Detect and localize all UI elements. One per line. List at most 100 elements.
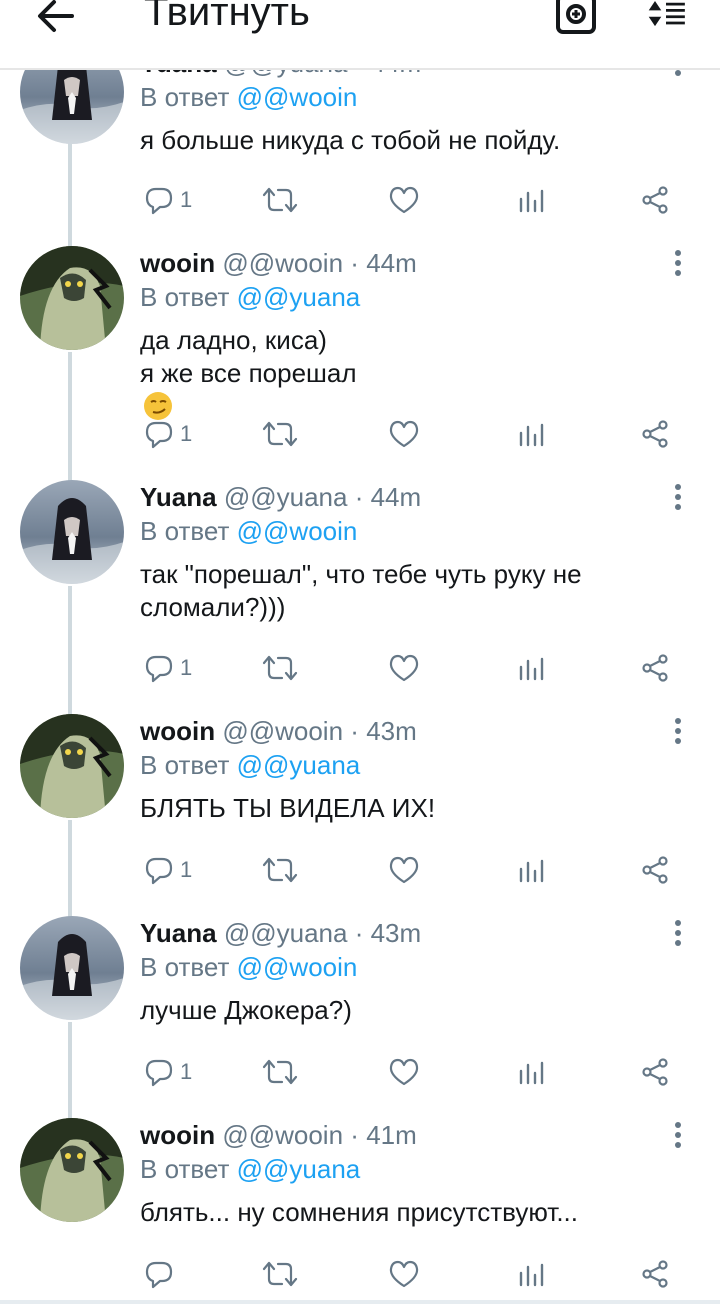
analytics-button[interactable] (516, 414, 546, 454)
reply-icon (145, 421, 173, 449)
timestamp: 43m (366, 716, 417, 746)
more-options-icon[interactable] (670, 480, 686, 514)
tweet-text: БЛЯТЬ ТЫ ВИДЕЛА ИХ! (140, 792, 680, 825)
tweet-actions: 1 (0, 1052, 720, 1092)
more-options-icon[interactable] (670, 246, 686, 280)
reply-prefix: В ответ (140, 952, 230, 982)
reply-icon (145, 655, 173, 683)
tweet-text: я больше никуда с тобой не пойду. (140, 124, 680, 157)
display-name[interactable]: Yuana (140, 918, 217, 948)
avatar[interactable] (20, 1118, 124, 1222)
arrow-left-icon[interactable] (32, 0, 80, 40)
retweet-icon (262, 187, 298, 213)
retweet-icon (262, 421, 298, 447)
retweet-icon (262, 1261, 298, 1287)
reply-mention[interactable]: @@yuana (237, 1154, 361, 1184)
display-name[interactable]: wooin (140, 1120, 215, 1150)
display-name[interactable]: wooin (140, 248, 215, 278)
analytics-button[interactable] (516, 1052, 546, 1092)
share-icon (642, 1260, 668, 1288)
tweet-header: wooin @@wooin · 44m (140, 248, 417, 278)
user-handle: @@wooin (222, 716, 344, 746)
bar-chart-icon (519, 189, 544, 213)
timestamp: 44m (370, 482, 422, 512)
tweet-actions (0, 1254, 720, 1294)
heart-icon (389, 1260, 419, 1288)
reply-button[interactable]: 1 (144, 414, 192, 454)
analytics-button[interactable] (516, 648, 546, 688)
user-handle: @@yuana (223, 482, 348, 512)
reply-count: 1 (180, 187, 193, 212)
share-button[interactable] (640, 414, 670, 454)
display-name[interactable]: Yuana (140, 482, 217, 512)
avatar[interactable] (20, 480, 124, 584)
bar-chart-icon (519, 423, 544, 447)
reply-mention[interactable]: @@yuana (237, 282, 361, 312)
avatar[interactable] (20, 916, 124, 1020)
reply-mention[interactable]: @@wooin (237, 516, 358, 546)
tweet-actions: 1 (0, 850, 720, 890)
like-button[interactable] (388, 180, 420, 220)
retweet-button[interactable] (262, 1052, 298, 1092)
reply-context: В ответ @@wooin (140, 80, 357, 114)
retweet-button[interactable] (262, 850, 298, 890)
analytics-button[interactable] (516, 1254, 546, 1294)
like-button[interactable] (388, 1052, 420, 1092)
reply-mention[interactable]: @@wooin (237, 952, 358, 982)
top-bar: Твитнуть (0, 0, 720, 70)
reply-button[interactable]: 1 (144, 1052, 192, 1092)
heart-icon (389, 420, 419, 448)
share-icon (642, 1058, 668, 1086)
reply-prefix: В ответ (140, 282, 230, 312)
like-button[interactable] (388, 648, 420, 688)
retweet-button[interactable] (262, 414, 298, 454)
retweet-button[interactable] (262, 1254, 298, 1294)
reply-count: 1 (180, 655, 193, 680)
reply-button[interactable]: 1 (144, 648, 192, 688)
reply-mention[interactable]: @@wooin (237, 82, 358, 112)
reply-mention[interactable]: @@yuana (237, 750, 361, 780)
share-button[interactable] (640, 1052, 670, 1092)
like-button[interactable] (388, 414, 420, 454)
tweet-text: так "порешал", что тебе чуть руку не слом… (140, 558, 680, 624)
reply-button[interactable]: 1 (144, 180, 192, 220)
reply-button[interactable] (144, 1254, 174, 1294)
retweet-button[interactable] (262, 648, 298, 688)
heart-icon (389, 654, 419, 682)
tweet-actions: 1 (0, 180, 720, 220)
share-icon (642, 654, 668, 682)
tweet-text-line: я больше никуда с тобой не пойду. (140, 125, 561, 155)
tweet-text-line: лучше Джокера?) (140, 995, 352, 1025)
tweet-header: Yuana @@yuana · 44m (140, 482, 422, 512)
tweet-header: wooin @@wooin · 41m (140, 1120, 417, 1150)
more-options-icon[interactable] (670, 1118, 686, 1152)
reply-icon (145, 1059, 173, 1087)
more-options-icon[interactable] (670, 714, 686, 748)
share-button[interactable] (640, 648, 670, 688)
tweet-text-line: блять... ну сомнения присутствуют... (140, 1197, 578, 1227)
tweet-text-line: БЛЯТЬ ТЫ ВИДЕЛА ИХ! (140, 793, 436, 823)
share-button[interactable] (640, 1254, 670, 1294)
reply-context: В ответ @@yuana (140, 280, 360, 314)
reply-icon (145, 857, 173, 885)
reply-prefix: В ответ (140, 82, 230, 112)
avatar[interactable] (20, 246, 124, 350)
tweet-text: лучше Джокера?) (140, 994, 680, 1027)
display-name[interactable]: wooin (140, 716, 215, 746)
share-button[interactable] (640, 850, 670, 890)
tweet-header: wooin @@wooin · 43m (140, 716, 417, 746)
analytics-button[interactable] (516, 850, 546, 890)
avatar[interactable] (20, 714, 124, 818)
share-icon (642, 420, 668, 448)
like-button[interactable] (388, 1254, 420, 1294)
share-icon (642, 856, 668, 884)
add-photo-icon[interactable] (554, 0, 598, 36)
retweet-icon (262, 655, 298, 681)
like-button[interactable] (388, 850, 420, 890)
retweet-button[interactable] (262, 180, 298, 220)
share-button[interactable] (640, 180, 670, 220)
sort-list-icon[interactable] (644, 0, 688, 36)
reply-button[interactable]: 1 (144, 850, 192, 890)
analytics-button[interactable] (516, 180, 546, 220)
more-options-icon[interactable] (670, 916, 686, 950)
